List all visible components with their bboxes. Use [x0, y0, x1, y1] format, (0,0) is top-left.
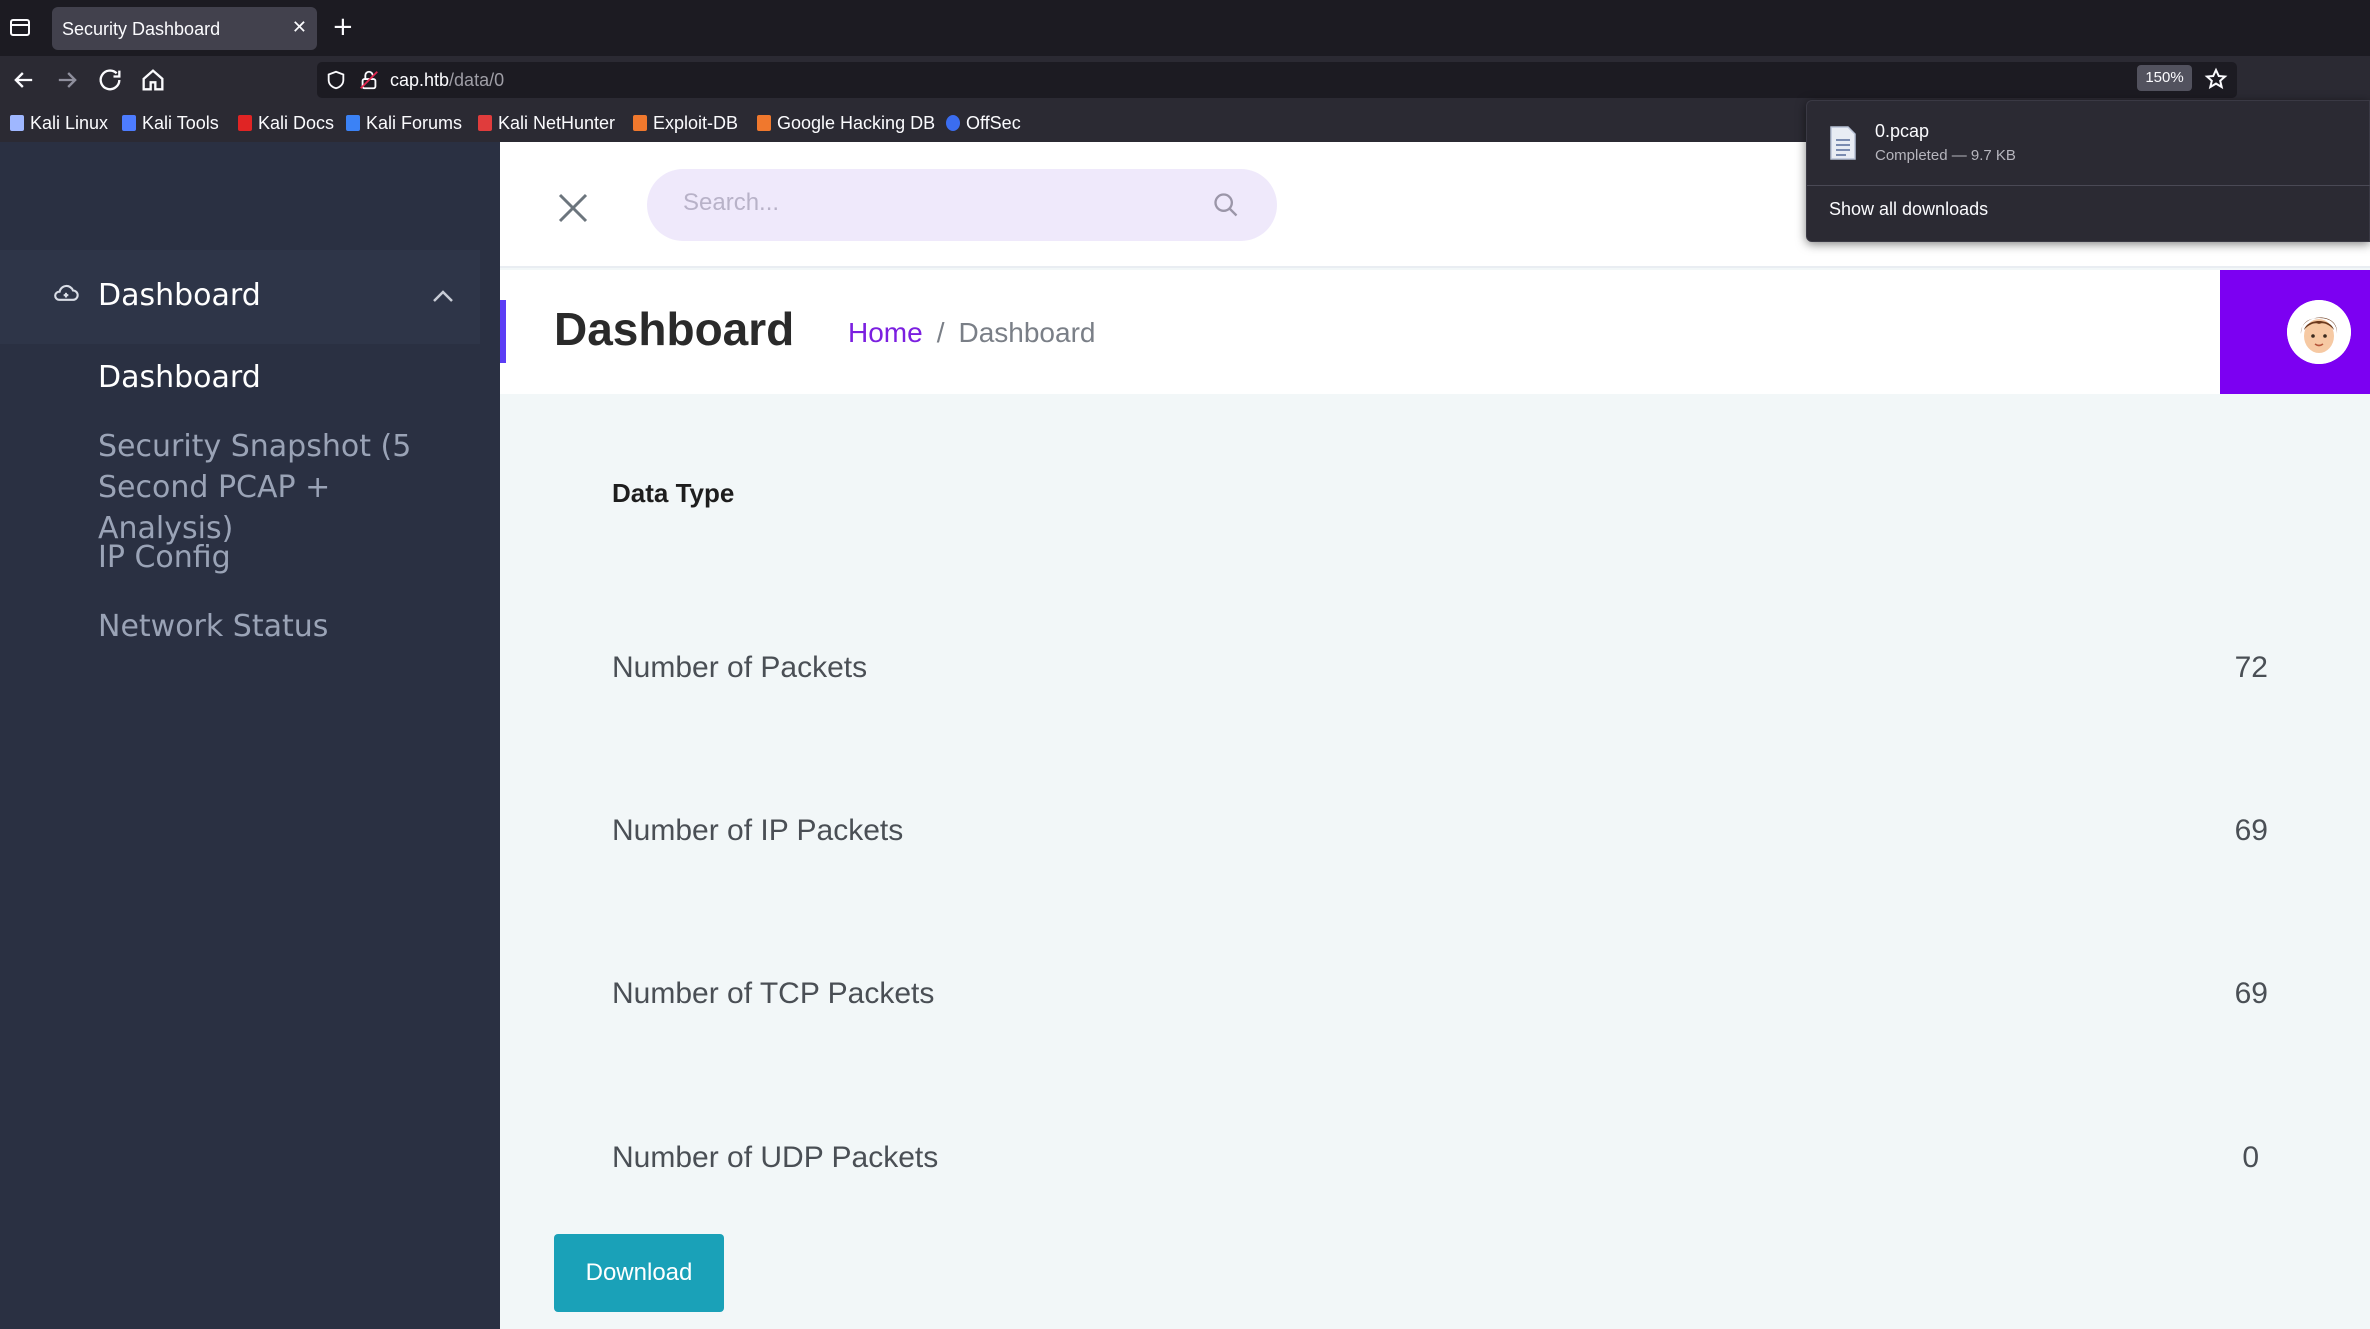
sidebar-group-label[interactable]: Dashboard: [98, 278, 261, 313]
tab-close-icon[interactable]: ✕: [292, 17, 307, 38]
show-all-downloads-link[interactable]: Show all downloads: [1829, 199, 1988, 220]
data-table: Data Type Number of Packets 72 Number of…: [500, 394, 2370, 1329]
table-row-label: Number of UDP Packets: [612, 1141, 939, 1174]
chevron-up-icon[interactable]: [432, 288, 454, 302]
sidebar: Dashboard Dashboard Security Snapshot (5…: [0, 142, 500, 1329]
user-menu[interactable]: [2220, 270, 2370, 394]
bookmark-label: Exploit-DB: [653, 112, 739, 133]
nethunter-icon: [478, 115, 492, 131]
offsec-icon: [946, 115, 960, 131]
search-box: [647, 169, 1277, 241]
file-icon: [1829, 125, 1857, 161]
browser-tab-bar: Security Dashboard ✕ +: [0, 0, 2370, 56]
header-accent-bar: [500, 300, 506, 363]
sidebar-item-security-snapshot[interactable]: Security Snapshot (5 Second PCAP + Analy…: [98, 426, 468, 549]
sidebar-item-network-status[interactable]: Network Status: [98, 606, 468, 647]
bookmark-kali-nethunter[interactable]: Kali NetHunter: [478, 111, 615, 135]
bookmark-kali-docs[interactable]: Kali Docs: [238, 111, 334, 135]
download-file-name[interactable]: 0.pcap: [1875, 121, 1929, 142]
kali-dragon-icon: [10, 115, 24, 131]
cloud-dashboard-icon: [52, 280, 80, 308]
bookmark-exploit-db[interactable]: Exploit-DB: [633, 111, 738, 135]
bookmark-kali-tools[interactable]: Kali Tools: [122, 111, 219, 135]
kali-tools-icon: [122, 115, 136, 131]
sidebar-item-ip-config[interactable]: IP Config: [98, 537, 468, 578]
forward-arrow-icon[interactable]: [53, 66, 81, 94]
bookmark-google-hacking-db[interactable]: Google Hacking DB: [757, 111, 935, 135]
search-icon[interactable]: [1212, 191, 1240, 219]
bookmark-label: Kali Tools: [142, 112, 219, 133]
web-page: Dashboard Dashboard Security Snapshot (5…: [0, 142, 2370, 1329]
shield-icon[interactable]: [325, 69, 347, 91]
exploit-db-icon: [633, 115, 647, 131]
url-path: /data/0: [449, 70, 505, 90]
table-row-label: Number of IP Packets: [612, 814, 904, 847]
breadcrumb-separator: /: [936, 317, 945, 348]
download-status: Completed — 9.7 KB: [1875, 147, 2016, 164]
browser-tab[interactable]: Security Dashboard ✕: [52, 7, 317, 50]
divider: [1807, 185, 2370, 186]
table-row-label: Number of Packets: [612, 651, 868, 684]
bookmark-kali-linux[interactable]: Kali Linux: [10, 111, 108, 135]
bookmark-label: Google Hacking DB: [777, 112, 936, 133]
table-row-value: 69: [2234, 814, 2268, 847]
downloads-panel: 0.pcap Completed — 9.7 KB Show all downl…: [1806, 100, 2370, 242]
bookmark-label: Kali NetHunter: [498, 112, 616, 133]
breadcrumb-home-link[interactable]: Home: [848, 317, 923, 349]
kali-docs-icon: [238, 115, 252, 131]
search-input[interactable]: [683, 189, 1183, 217]
sidebar-item-dashboard[interactable]: Dashboard: [98, 357, 468, 398]
url-bar[interactable]: cap.htb/data/0: [317, 62, 2237, 98]
insecure-lock-icon[interactable]: [358, 69, 380, 91]
download-button[interactable]: Download: [554, 1234, 724, 1312]
table-row-value: 69: [2234, 977, 2268, 1010]
table-row-value: 0: [2242, 1141, 2259, 1174]
home-icon[interactable]: [139, 66, 167, 94]
page-title: Dashboard: [554, 303, 795, 355]
kali-forums-icon: [346, 115, 360, 131]
url-host: cap.htb: [390, 70, 450, 90]
page-header: Dashboard Home / Dashboard: [500, 270, 2220, 394]
avatar[interactable]: [2287, 300, 2351, 364]
zoom-level-badge[interactable]: 150%: [2137, 65, 2192, 91]
bookmark-star-icon[interactable]: [2204, 67, 2232, 95]
bookmark-offsec[interactable]: OffSec: [946, 111, 1021, 135]
bookmark-label: Kali Forums: [366, 112, 463, 133]
bookmark-label: Kali Docs: [258, 112, 335, 133]
table-row-value: 72: [2234, 651, 2268, 684]
tab-list-icon[interactable]: [8, 15, 32, 39]
ghdb-icon: [757, 115, 771, 131]
column-header-data-type: Data Type: [612, 478, 735, 508]
new-tab-icon[interactable]: +: [332, 12, 354, 42]
breadcrumb: Home / Dashboard: [848, 317, 1095, 349]
breadcrumb-current: Dashboard: [958, 317, 1096, 348]
bookmark-kali-forums[interactable]: Kali Forums: [346, 111, 462, 135]
browser-nav-bar: cap.htb/data/0 150%: [0, 56, 2370, 104]
tab-title: Security Dashboard: [62, 19, 221, 39]
table-row-label: Number of TCP Packets: [612, 977, 935, 1010]
bookmark-label: OffSec: [966, 112, 1021, 133]
reload-icon[interactable]: [96, 66, 124, 94]
close-icon[interactable]: [557, 192, 589, 224]
url-text: cap.htb/data/0: [390, 70, 504, 91]
back-arrow-icon[interactable]: [10, 66, 38, 94]
bookmark-label: Kali Linux: [30, 112, 109, 133]
